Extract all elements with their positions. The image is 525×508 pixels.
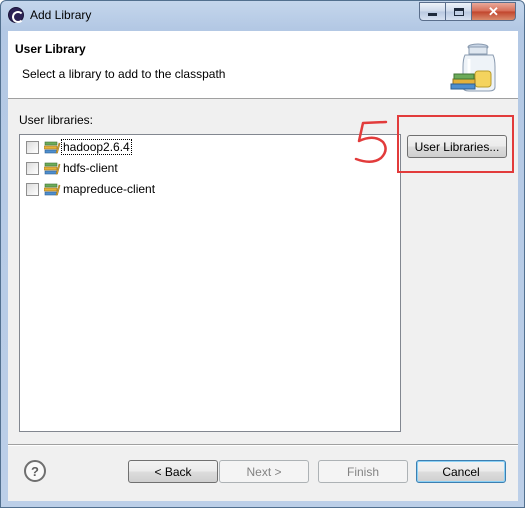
user-libraries-label: User libraries: [19, 113, 94, 127]
wizard-header: User Library Select a library to add to … [8, 31, 518, 99]
list-item[interactable]: hdfs-client [26, 159, 119, 177]
dialog-body: User Library Select a library to add to … [8, 31, 518, 501]
library-jar-icon [450, 43, 496, 92]
library-label: hadoop2.6.4 [61, 139, 132, 155]
eclipse-icon [8, 7, 24, 23]
maximize-button[interactable] [445, 2, 471, 21]
footer-separator [8, 444, 518, 446]
library-checkbox[interactable] [26, 140, 39, 154]
list-item[interactable]: hadoop2.6.4 [26, 138, 132, 156]
annotation-number [354, 120, 388, 163]
minimize-icon [428, 13, 437, 16]
cancel-button[interactable]: Cancel [416, 460, 506, 483]
back-button[interactable]: < Back [128, 460, 218, 483]
maximize-icon [453, 7, 464, 16]
finish-button[interactable]: Finish [318, 460, 408, 483]
close-button[interactable]: ✕ [471, 2, 516, 21]
window-title: Add Library [30, 8, 92, 22]
user-libraries-list[interactable]: hadoop2.6.4 hdfs-client mapreduce-client [19, 134, 401, 432]
library-books-icon [44, 183, 61, 195]
list-item[interactable]: mapreduce-client [26, 180, 156, 198]
library-checkbox[interactable] [26, 182, 39, 196]
page-title: User Library [15, 42, 86, 56]
library-checkbox[interactable] [26, 161, 39, 175]
library-label: mapreduce-client [63, 182, 156, 196]
annotation-highlight-box [397, 115, 514, 173]
minimize-button[interactable] [419, 2, 445, 21]
title-bar[interactable]: Add Library ✕ [1, 1, 524, 29]
help-icon[interactable]: ? [24, 460, 46, 482]
add-library-dialog: Add Library ✕ User Library Select a libr… [0, 0, 525, 508]
library-label: hdfs-client [63, 161, 118, 175]
library-books-icon [44, 162, 61, 174]
library-books-icon [44, 141, 61, 153]
next-button[interactable]: Next > [219, 460, 309, 483]
page-description: Select a library to add to the classpath [22, 67, 226, 81]
